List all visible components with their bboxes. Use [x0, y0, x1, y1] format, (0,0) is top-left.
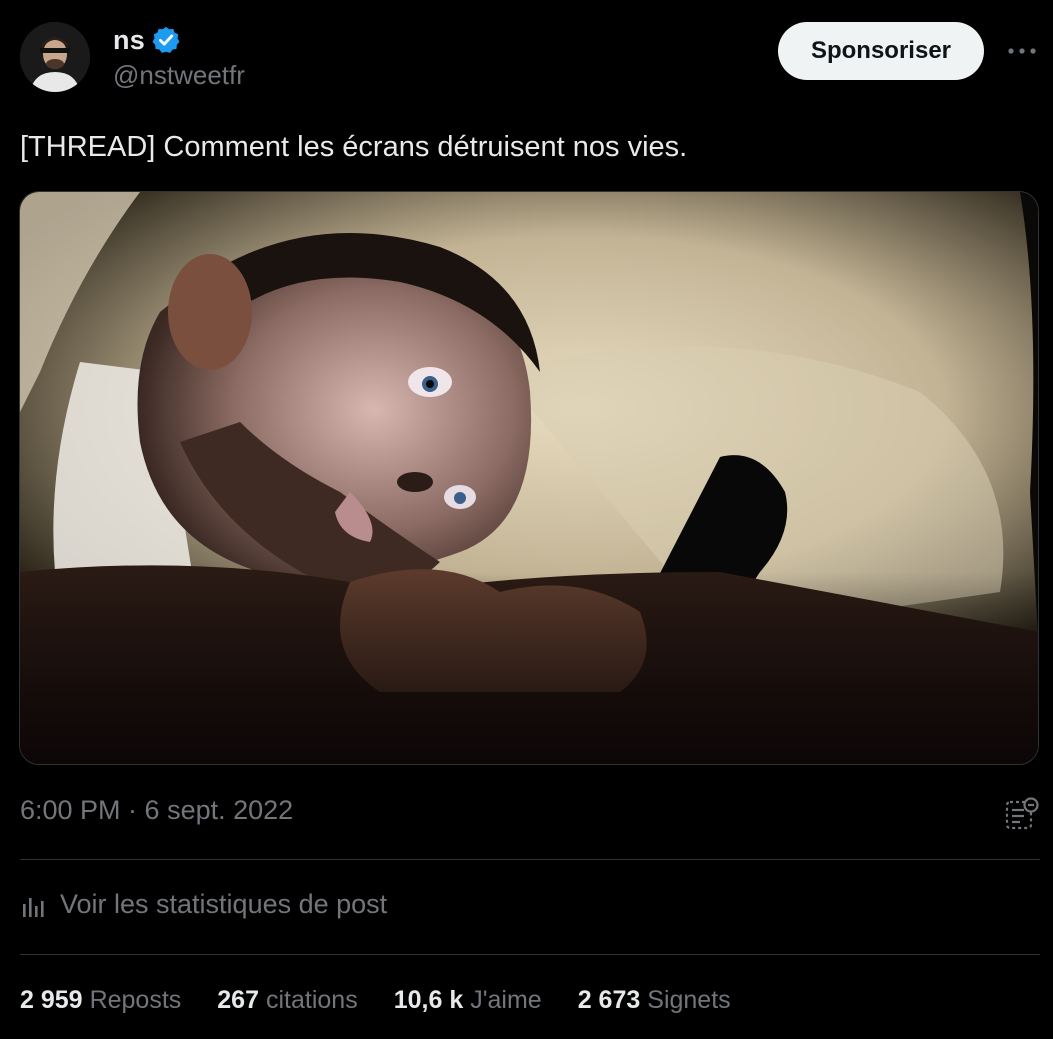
- metric-value: 2 959: [20, 986, 83, 1014]
- divider-top: [20, 859, 1040, 860]
- sponsor-button[interactable]: Sponsoriser: [778, 22, 984, 80]
- author-display-name[interactable]: ns: [113, 25, 145, 56]
- metric-label: Signets: [647, 986, 731, 1014]
- author-name-row[interactable]: ns: [113, 24, 181, 56]
- divider-bottom: [20, 954, 1040, 955]
- post-image[interactable]: [19, 191, 1039, 765]
- post-header: ns @nstweetfr Sponsoriser: [0, 0, 1053, 110]
- metric-label: citations: [266, 986, 358, 1014]
- metric-value: 10,6 k: [393, 986, 464, 1014]
- metric-label: J'aime: [470, 986, 542, 1014]
- metric-quotes[interactable]: 267 citations: [217, 986, 357, 1015]
- analytics-label: Voir les statistiques de post: [60, 889, 388, 919]
- view-post-analytics-link[interactable]: Voir les statistiques de post: [20, 889, 387, 920]
- metric-likes[interactable]: 10,6 k J'aime: [394, 986, 542, 1015]
- verified-badge-icon[interactable]: [151, 25, 181, 55]
- metric-bookmarks[interactable]: 2 673 Signets: [578, 986, 731, 1015]
- community-notes-icon[interactable]: [1004, 796, 1040, 832]
- bar-chart-icon: [23, 897, 44, 917]
- metric-value: 2 673: [577, 986, 641, 1014]
- more-options-icon[interactable]: [1000, 34, 1044, 68]
- author-handle[interactable]: @nstweetfr: [113, 60, 245, 91]
- engagement-metrics: 2 959 Reposts 267 citations 10,6 k J'aime 2…: [20, 986, 767, 1015]
- post-text: [THREAD] Comment les écrans détruisent n…: [20, 131, 688, 163]
- post-timestamp[interactable]: 6:00 PM · 6 sept. 2022: [20, 795, 293, 826]
- avatar[interactable]: [20, 22, 90, 92]
- metric-reposts[interactable]: 2 959 Reposts: [20, 986, 181, 1015]
- metric-value: 267: [217, 986, 259, 1014]
- metric-label: Reposts: [89, 986, 182, 1014]
